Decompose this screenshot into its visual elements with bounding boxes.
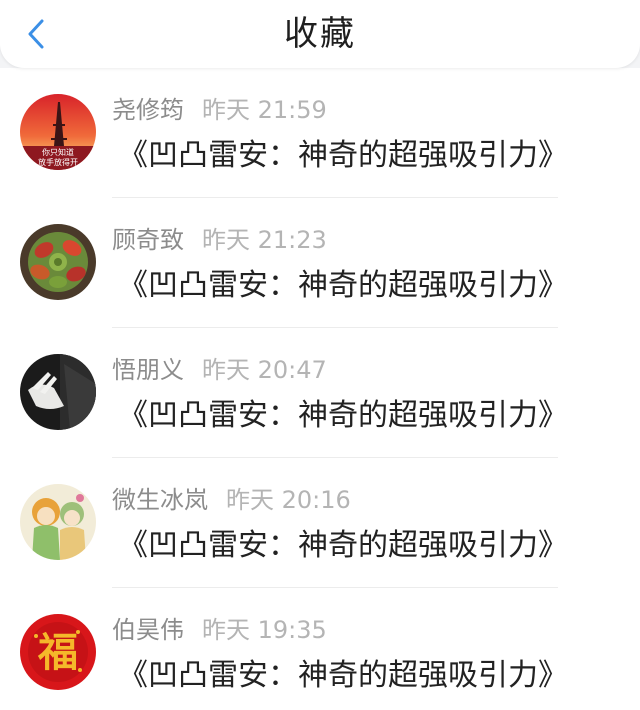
list-item[interactable]: 微生冰岚 昨天 20:16 《凹凸雷安：神奇的超强吸引力》	[0, 458, 640, 588]
eiffel-tower-sunset-avatar: 你只知道 放手放得开	[20, 94, 96, 170]
avatar[interactable]: 福	[20, 614, 96, 690]
username[interactable]: 伯昊伟	[112, 616, 184, 644]
timestamp: 昨天 21:23	[202, 226, 327, 254]
avatar[interactable]	[20, 224, 96, 300]
avatar-caption-1: 你只知道	[42, 147, 74, 157]
favorites-screen: 收藏 你只知道 放手放得开 尧修筠 昨天 21:59 《凹凸雷安：神奇的超强吸引…	[0, 0, 640, 710]
succulent-plant-avatar	[20, 224, 96, 300]
list-item[interactable]: 福 伯昊伟 昨天 19:35 《凹凸雷安：神奇的超强吸引力》	[0, 588, 640, 710]
list-item[interactable]: 顾奇致 昨天 21:23 《凹凸雷安：神奇的超强吸引力》	[0, 198, 640, 328]
item-meta: 微生冰岚 昨天 20:16	[112, 484, 351, 516]
item-meta: 伯昊伟 昨天 19:35	[112, 614, 327, 646]
hand-photo-avatar	[20, 354, 96, 430]
username[interactable]: 微生冰岚	[112, 486, 208, 514]
timestamp: 昨天 20:16	[226, 486, 351, 514]
favorite-title[interactable]: 《凹凸雷安：神奇的超强吸引力》	[118, 136, 568, 176]
item-meta: 顾奇致 昨天 21:23	[112, 224, 327, 256]
favorite-title[interactable]: 《凹凸雷安：神奇的超强吸引力》	[118, 396, 568, 436]
avatar-fu-character: 福	[37, 630, 78, 676]
username[interactable]: 悟朋义	[112, 356, 184, 384]
favorites-list: 你只知道 放手放得开 尧修筠昨天 21:59 《凹凸雷安：神奇的超强吸引力》	[0, 68, 640, 710]
page-title: 收藏	[284, 14, 356, 54]
favorite-title[interactable]: 《凹凸雷安：神奇的超强吸引力》	[118, 526, 568, 566]
username[interactable]: 顾奇致	[112, 226, 184, 254]
list-item[interactable]: 你只知道 放手放得开 尧修筠 昨天 21:59 《凹凸雷安：神奇的超强吸引力》	[0, 68, 640, 198]
item-meta: 尧修筠 昨天 21:59	[112, 94, 327, 126]
top-bar: 收藏	[0, 0, 640, 68]
avatar-caption-2: 放手放得开	[38, 157, 78, 167]
list-item[interactable]: 悟朋义 昨天 20:47 《凹凸雷安：神奇的超强吸引力》	[0, 328, 640, 458]
illustrated-girls-avatar	[20, 484, 96, 560]
username[interactable]: 尧修筠	[112, 96, 184, 124]
timestamp: 昨天 20:47	[202, 356, 327, 384]
timestamp: 昨天 21:59	[202, 96, 327, 124]
item-meta: 悟朋义 昨天 20:47	[112, 354, 327, 386]
favorite-title[interactable]: 《凹凸雷安：神奇的超强吸引力》	[118, 266, 568, 306]
favorite-title[interactable]: 《凹凸雷安：神奇的超强吸引力》	[118, 656, 568, 696]
avatar[interactable]	[20, 484, 96, 560]
avatar[interactable]: 你只知道 放手放得开	[20, 94, 96, 170]
fortune-character-avatar: 福	[20, 614, 96, 690]
avatar[interactable]	[20, 354, 96, 430]
timestamp: 昨天 19:35	[202, 616, 327, 644]
